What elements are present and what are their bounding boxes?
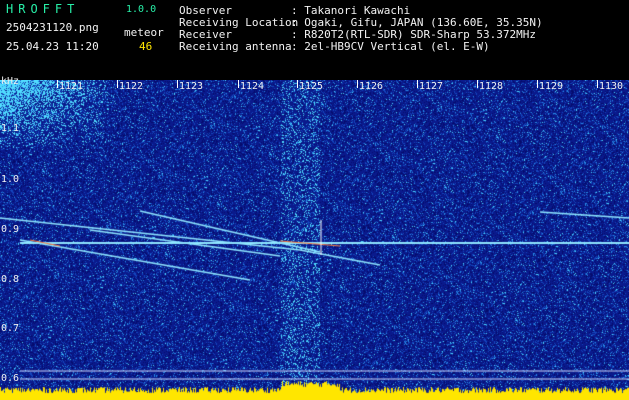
x-tick-label: 1127	[419, 81, 444, 92]
x-tick-label: 1121	[59, 81, 84, 92]
x-tick	[357, 80, 358, 88]
x-tick	[117, 80, 118, 88]
y-tick-label: 0.8	[1, 274, 20, 285]
app-title: HROFFT	[6, 2, 80, 16]
detection-label: meteor	[124, 26, 164, 39]
y-tick-label: 1.0	[1, 174, 20, 185]
spectrogram-canvas	[0, 80, 629, 400]
x-tick-label: 1125	[299, 81, 324, 92]
x-tick	[597, 80, 598, 88]
x-tick-label: 1128	[479, 81, 504, 92]
x-tick	[297, 80, 298, 88]
y-tick-label: 0.9	[1, 224, 20, 235]
x-tick	[537, 80, 538, 88]
spectrogram: kHz 1.1 1.0 0.9 0.8 0.7 0.6 1121 1122 11…	[0, 76, 629, 400]
x-tick	[57, 80, 58, 88]
x-tick	[177, 80, 178, 88]
info-label-antenna: Receiving antenna	[179, 40, 292, 53]
x-tick-label: 1126	[359, 81, 384, 92]
y-tick-label: 1.1	[1, 123, 20, 134]
y-tick-label: 0.6	[1, 373, 20, 384]
capture-datetime: 25.04.23 11:20	[6, 40, 99, 53]
x-tick-label: 1123	[179, 81, 204, 92]
x-tick-label: 1130	[599, 81, 624, 92]
y-axis-unit: kHz	[1, 76, 20, 87]
y-tick-label: 0.7	[1, 323, 20, 334]
header-panel: HROFFT 1.0.0 2504231120.png meteor 25.04…	[0, 0, 629, 80]
info-value-antenna: : 2el-HB9CV Vertical (el. E-W)	[291, 40, 490, 53]
image-filename: 2504231120.png	[6, 21, 99, 34]
x-tick	[477, 80, 478, 88]
app-version: 1.0.0	[126, 4, 157, 15]
x-tick-label: 1122	[119, 81, 144, 92]
x-tick	[238, 80, 239, 88]
meteor-count: 46	[139, 40, 153, 53]
x-tick	[417, 80, 418, 88]
x-tick-label: 1129	[539, 81, 564, 92]
x-tick-label: 1124	[240, 81, 265, 92]
